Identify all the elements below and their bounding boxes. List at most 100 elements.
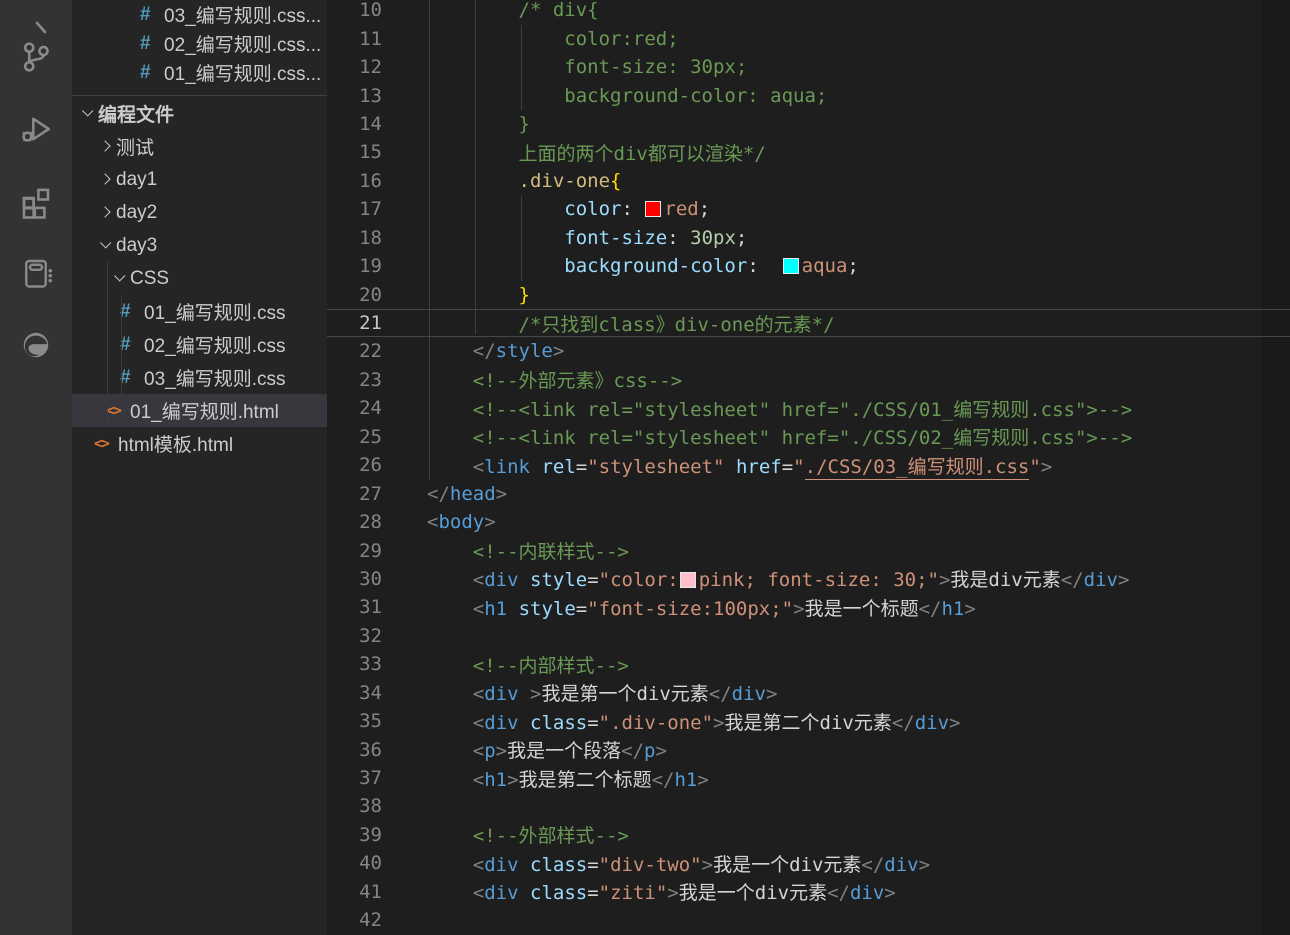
code-line-18[interactable]: 18 font-size: 30px;	[327, 224, 1290, 252]
code-line-35[interactable]: 35 <div class=".div-one">我是第二个div元素</div…	[327, 707, 1290, 735]
code-line-29[interactable]: 29 <!--内联样式-->	[327, 536, 1290, 564]
code-line-37[interactable]: 37 <h1>我是第二个标题</h1>	[327, 764, 1290, 792]
token: background-color: aqua;	[427, 84, 828, 107]
tree-item-01_编写规则.css[interactable]: #01_编写规则.css	[72, 295, 327, 328]
token: >	[1040, 455, 1053, 478]
code-line-27[interactable]: 27 </head>	[327, 479, 1290, 507]
code-line-21[interactable]: 21 /*只找到class》div-one的元素*/	[327, 309, 1290, 337]
line-number: 24	[359, 397, 382, 420]
open-file-item[interactable]: #03_编写规则.css...	[72, 0, 327, 29]
line-content: </style>	[427, 340, 565, 362]
token: </	[708, 683, 732, 706]
code-line-41[interactable]: 41 <div class="ziti">我是一个div元素</div>	[327, 878, 1290, 906]
code-line-30[interactable]: 30 <div style="color: pink; font-size: 30…	[327, 565, 1290, 593]
token: ".div-one"	[598, 711, 714, 734]
code-line-31[interactable]: 31 <h1 style="font-size:100px;">我是一个标题</…	[327, 593, 1290, 621]
code-line-33[interactable]: 33 <!--内部样式-->	[327, 650, 1290, 678]
open-file-item[interactable]: #02_编写规则.css...	[72, 29, 327, 58]
color-swatch[interactable]	[782, 258, 799, 275]
run-and-debug-icon[interactable]	[0, 99, 72, 159]
tree-item-03_编写规则.css[interactable]: #03_编写规则.css	[72, 361, 327, 394]
color-swatch[interactable]	[679, 572, 696, 589]
source-control-icon[interactable]	[0, 27, 72, 87]
code-line-24[interactable]: 24 <!--<link rel="stylesheet" href="./CS…	[327, 394, 1290, 422]
code-line-11[interactable]: 11 color:red;	[327, 24, 1290, 52]
tree-item-测试[interactable]: 测试	[72, 130, 327, 163]
token: style	[530, 569, 588, 592]
code-line-42[interactable]: 42	[327, 906, 1290, 934]
code-line-34[interactable]: 34 <div >我是第一个div元素</div>	[327, 679, 1290, 707]
code-line-16[interactable]: 16 .div-one{	[327, 167, 1290, 195]
tree-item-02_编写规则.css[interactable]: #02_编写规则.css	[72, 328, 327, 361]
edge-browser-icon[interactable]	[0, 315, 72, 375]
tree-item-day1[interactable]: day1	[72, 163, 327, 196]
token: ;	[735, 226, 748, 249]
token: div	[731, 683, 766, 706]
token: div	[1083, 569, 1118, 592]
tree-item-day3[interactable]: day3	[72, 229, 327, 262]
token: }	[518, 283, 530, 306]
color-swatch[interactable]	[645, 201, 662, 218]
token: </	[651, 768, 675, 791]
line-number: 42	[359, 909, 382, 932]
code-line-23[interactable]: 23 <!--外部元素》css-->	[327, 366, 1290, 394]
code-line-14[interactable]: 14 }	[327, 110, 1290, 138]
token: background-color	[564, 255, 748, 278]
token: >	[655, 740, 667, 763]
css-file-icon: #	[120, 366, 131, 388]
token: >	[530, 683, 542, 706]
code-line-20[interactable]: 20 }	[327, 280, 1290, 308]
token: "stylesheet"	[587, 455, 725, 478]
tree-root-编程文件[interactable]: 编程文件	[72, 97, 327, 130]
code-line-12[interactable]: 12 font-size: 30px;	[327, 53, 1290, 81]
token: </	[621, 740, 645, 763]
tree-item-CSS[interactable]: CSS	[72, 262, 327, 295]
tree-item-html模板.html[interactable]: <> html模板.html	[72, 427, 327, 460]
token: ;	[698, 198, 711, 221]
token: "	[793, 455, 805, 478]
line-content: }	[427, 284, 530, 306]
line-number: 20	[359, 283, 382, 306]
line-number: 27	[359, 482, 382, 505]
notebook-icon[interactable]	[0, 243, 72, 303]
code-line-38[interactable]: 38	[327, 792, 1290, 820]
open-file-item[interactable]: #01_编写规则.css...	[72, 58, 327, 87]
token: ;	[847, 255, 859, 278]
code-line-28[interactable]: 28 <body>	[327, 508, 1290, 536]
tree-item-label: 03_编写规则.css	[144, 369, 286, 390]
token: style	[518, 597, 576, 620]
code-editor[interactable]: 10 /* div{11 color:red; 12 font-size: 30p…	[327, 0, 1290, 935]
token: ./CSS/03_编写规则.css	[804, 455, 1030, 480]
token: </	[1060, 569, 1084, 592]
code-line-15[interactable]: 15 上面的两个div都可以渲染*/	[327, 138, 1290, 166]
code-line-13[interactable]: 13 background-color: aqua;	[327, 81, 1290, 109]
code-line-10[interactable]: 10 /* div{	[327, 0, 1290, 24]
tree-item-01_编写规则.html[interactable]: <> 01_编写规则.html	[72, 394, 327, 427]
token: </	[861, 853, 885, 876]
line-content: background-color: aqua;	[427, 85, 827, 107]
code-line-39[interactable]: 39 <!--外部样式-->	[327, 821, 1290, 849]
code-line-19[interactable]: 19 background-color: aqua;	[327, 252, 1290, 280]
code-line-36[interactable]: 36 <p>我是一个段落</p>	[327, 735, 1290, 763]
code-line-17[interactable]: 17 color: red;	[327, 195, 1290, 223]
token: div	[884, 853, 919, 876]
code-line-22[interactable]: 22 </style>	[327, 337, 1290, 365]
token: }	[427, 112, 530, 135]
code-line-40[interactable]: 40 <div class="div-two">我是一个div元素</div>	[327, 849, 1290, 877]
tree-item-day2[interactable]: day2	[72, 196, 327, 229]
token: font-size: 30px;	[427, 56, 748, 79]
code-line-32[interactable]: 32	[327, 622, 1290, 650]
code-line-26[interactable]: 26 <link rel="stylesheet" href="./CSS/03…	[327, 451, 1290, 480]
extensions-icon[interactable]	[0, 171, 72, 231]
code-line-25[interactable]: 25 <!--<link rel="stylesheet" href="./CS…	[327, 423, 1290, 451]
token: =	[587, 882, 599, 905]
token: 我是一个段落	[507, 740, 622, 763]
token: >	[793, 597, 805, 620]
section-divider	[72, 95, 327, 96]
